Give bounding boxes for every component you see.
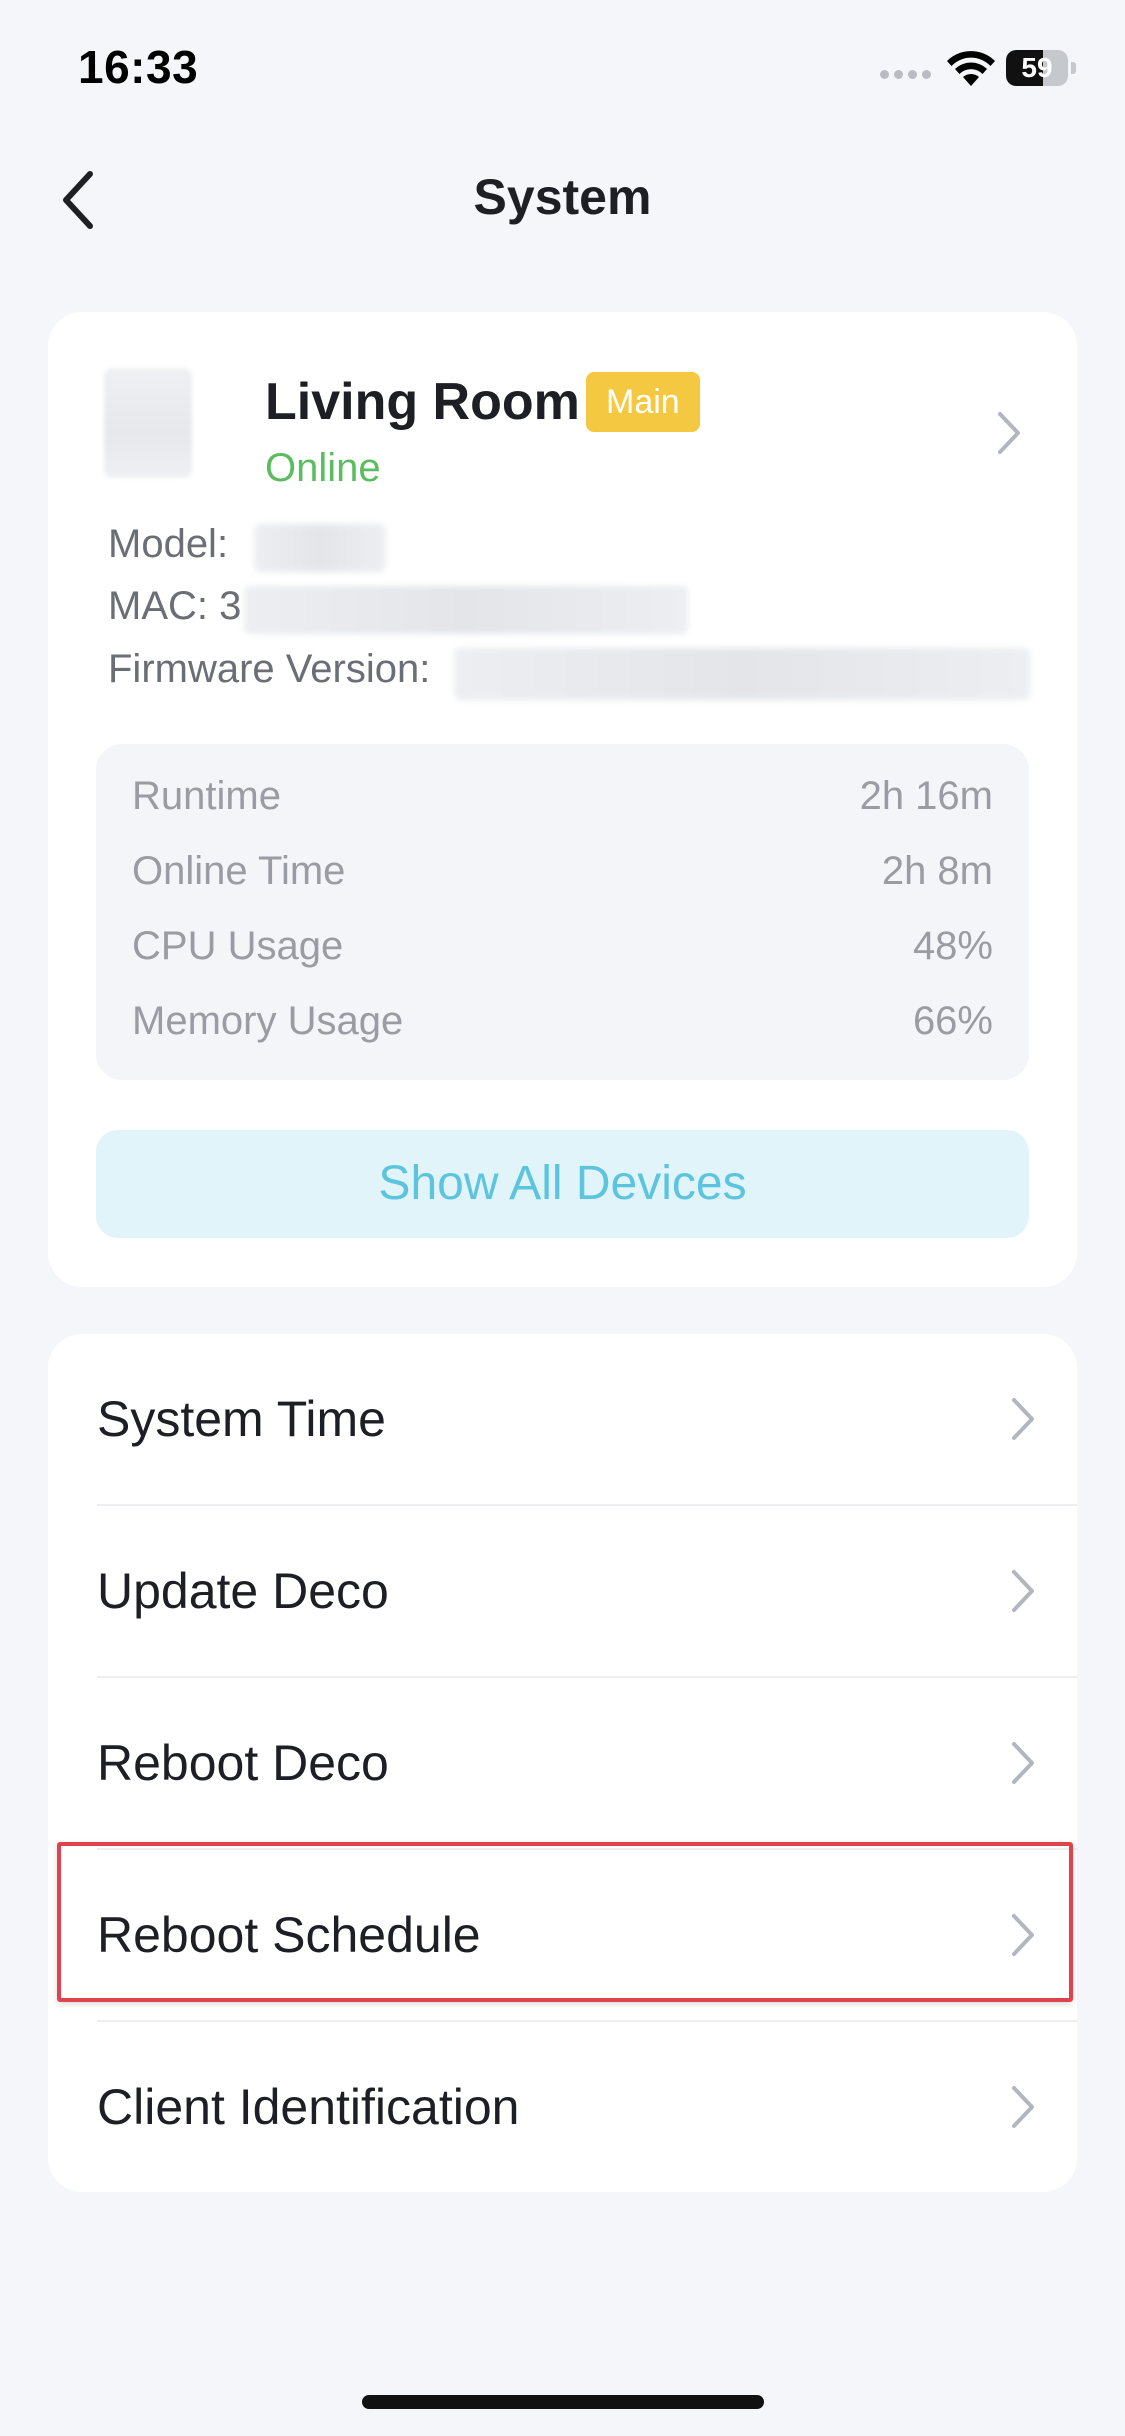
cellular-dots-icon xyxy=(880,64,932,80)
device-status: Online xyxy=(265,446,381,490)
stat-value: 2h 16m xyxy=(859,774,993,818)
stat-label: CPU Usage xyxy=(132,924,344,968)
device-header[interactable]: Living Room Main Online xyxy=(48,312,1077,502)
reboot-deco-item[interactable]: Reboot Deco xyxy=(48,1678,1077,1850)
stat-value: 48% xyxy=(912,924,993,968)
stat-label: Online Time xyxy=(132,849,346,893)
device-model: Model: xyxy=(108,522,228,567)
stat-label: Memory Usage xyxy=(132,999,404,1043)
list-item-label: System Time xyxy=(97,1391,386,1447)
page-title: System xyxy=(473,169,652,225)
redacted-model xyxy=(254,524,386,572)
chevron-right-icon xyxy=(1012,2086,1034,2128)
device-image xyxy=(104,368,192,478)
model-label: Model: xyxy=(108,522,229,566)
device-name: Living Room xyxy=(265,373,580,431)
stat-value: 66% xyxy=(912,999,993,1043)
reboot-schedule-item[interactable]: Reboot Schedule xyxy=(48,1850,1077,2022)
stat-online-time: Online Time 2h 8m xyxy=(132,849,993,909)
list-item-label: Reboot Schedule xyxy=(97,1907,481,1963)
redacted-firmware xyxy=(454,648,1030,700)
device-stats: Runtime 2h 16m Online Time 2h 8m CPU Usa… xyxy=(96,744,1029,1080)
status-time: 16:33 xyxy=(78,41,199,93)
stat-cpu-usage: CPU Usage 48% xyxy=(132,924,993,984)
show-all-devices-button[interactable]: Show All Devices xyxy=(96,1130,1029,1238)
device-firmware: Firmware Version: xyxy=(108,647,430,692)
device-card: Living Room Main Online Model: MAC: 3 Fi… xyxy=(48,312,1077,1287)
system-time-item[interactable]: System Time xyxy=(48,1334,1077,1506)
home-indicator[interactable] xyxy=(362,2395,764,2409)
stat-runtime: Runtime 2h 16m xyxy=(132,774,993,834)
mac-label: MAC: 3 xyxy=(108,584,242,628)
battery-icon: 59 xyxy=(1006,50,1078,86)
chevron-right-icon xyxy=(1012,1398,1034,1440)
redacted-mac xyxy=(244,586,688,634)
settings-list: System Time Update Deco Reboot Deco Rebo… xyxy=(48,1334,1077,2192)
stat-value: 2h 8m xyxy=(881,849,993,893)
status-bar: 16:33 59 xyxy=(0,0,1125,140)
device-mac: MAC: 3 xyxy=(108,584,241,629)
main-badge: Main xyxy=(586,372,700,432)
wifi-icon xyxy=(946,50,996,90)
chevron-right-icon xyxy=(998,412,1020,454)
stat-label: Runtime xyxy=(132,774,281,818)
list-item-label: Reboot Deco xyxy=(97,1735,389,1791)
chevron-right-icon xyxy=(1012,1742,1034,1784)
list-item-label: Update Deco xyxy=(97,1563,389,1619)
firmware-label: Firmware Version: xyxy=(108,647,431,691)
battery-level: 59 xyxy=(1021,52,1053,83)
chevron-right-icon xyxy=(1012,1914,1034,1956)
stat-memory-usage: Memory Usage 66% xyxy=(132,999,993,1059)
chevron-right-icon xyxy=(1012,1570,1034,1612)
update-deco-item[interactable]: Update Deco xyxy=(48,1506,1077,1678)
list-item-label: Client Identification xyxy=(97,2079,520,2135)
client-identification-item[interactable]: Client Identification xyxy=(48,2022,1077,2194)
